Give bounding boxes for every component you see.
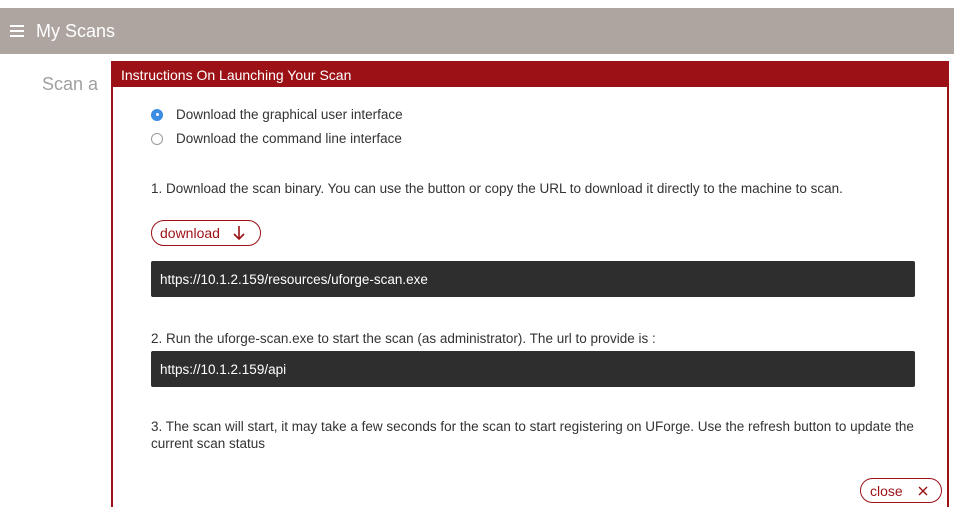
background-heading: Scan a — [42, 74, 99, 94]
close-icon — [918, 486, 928, 495]
step-1-text: 1. Download the scan binary. You can use… — [151, 181, 843, 196]
option-cli[interactable]: Download the command line interface — [151, 131, 402, 146]
option-gui[interactable]: Download the graphical user interface — [151, 107, 403, 122]
scan-instructions-dialog: Instructions On Launching Your Scan Down… — [111, 61, 949, 507]
binary-url-field[interactable]: https://10.1.2.159/resources/uforge-scan… — [151, 261, 915, 297]
radio-cli[interactable] — [151, 132, 163, 145]
step-2-text: 2. Run the uforge-scan.exe to start the … — [151, 331, 656, 346]
radio-gui[interactable] — [151, 108, 163, 121]
close-button[interactable]: close — [860, 478, 942, 503]
download-button-label: download — [160, 225, 220, 241]
close-button-label: close — [870, 482, 903, 499]
arrow-down-icon — [233, 226, 245, 241]
option-cli-label: Download the command line interface — [176, 131, 402, 146]
dialog-title: Instructions On Launching Your Scan — [113, 63, 947, 87]
app-title: My Scans — [36, 20, 116, 41]
hamburger-icon[interactable] — [10, 25, 24, 37]
option-gui-label: Download the graphical user interface — [176, 107, 403, 122]
top-app-bar: My Scans — [0, 8, 954, 54]
download-button[interactable]: download — [151, 220, 261, 246]
step-3-text: 3. The scan will start, it may take a fe… — [151, 419, 914, 451]
api-url-field[interactable]: https://10.1.2.159/api — [151, 351, 915, 387]
